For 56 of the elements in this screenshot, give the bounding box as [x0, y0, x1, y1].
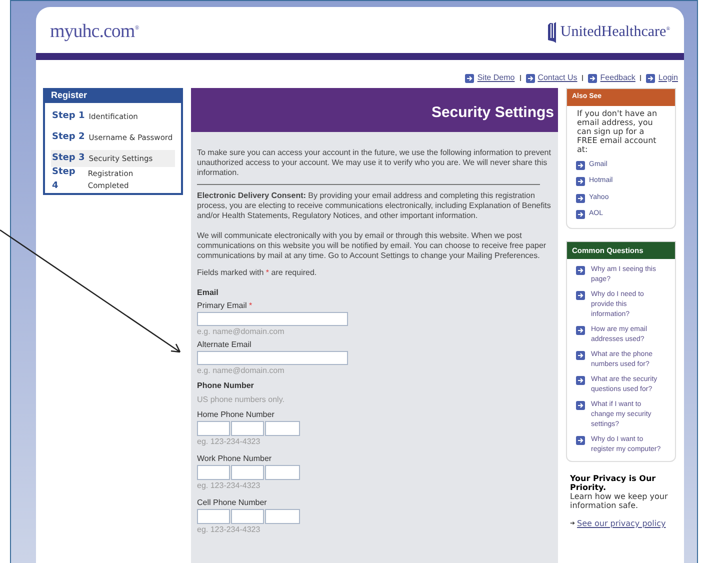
arrow-icon [576, 210, 585, 220]
top-link[interactable]: Login [646, 72, 678, 84]
brand-logo[interactable]: UnitedHealthcare$^{®}$ [560, 20, 670, 44]
arrow-icon [576, 266, 585, 275]
field-hint: e.g. name@domain.com [197, 326, 286, 337]
arrow-icon [646, 74, 656, 82]
arrow-icon [576, 177, 585, 186]
arrow-icon [526, 74, 535, 82]
input-field[interactable] [265, 509, 300, 524]
section-heading: Phone Number [197, 381, 255, 391]
field-hint: e.g. name@domain.com [197, 365, 286, 376]
arrow-icon [465, 74, 474, 82]
phone-note: US phone numbers only. [197, 395, 286, 405]
arrow-icon [576, 160, 585, 170]
input-field[interactable] [197, 351, 348, 365]
top-link[interactable]: Site Demo [465, 72, 515, 84]
arrow-icon [588, 74, 598, 82]
site-logo[interactable]: myuhc.com$^{®}$ [50, 18, 139, 46]
field-hint: eg. 123-234-4323 [197, 524, 262, 535]
input-field[interactable] [231, 509, 264, 524]
input-field[interactable] [197, 312, 348, 326]
top-link[interactable]: Contact Us [526, 72, 578, 84]
panel-title: Register [45, 90, 181, 103]
input-field[interactable] [197, 465, 230, 480]
intro-text: To make sure you can access your account in the future, we use the following information to prevent unauthorized access to your account. We may use it to verify who you are. We will never share this information. [197, 148, 552, 178]
section-heading: Email [197, 288, 220, 298]
arrow-icon [576, 326, 585, 335]
field-hint: eg. 123-234-4323 [197, 436, 262, 447]
field-label: Home Phone Number [197, 409, 276, 420]
field-label: Cell Phone Number [197, 497, 268, 508]
required-note: Fields marked with * are required. [197, 268, 318, 278]
page-title: Security Settings [431, 102, 554, 122]
input-field[interactable] [197, 421, 230, 436]
arrow-icon [576, 350, 585, 360]
arrow-icon [576, 400, 585, 410]
input-field[interactable] [231, 465, 264, 480]
arrow-icon [576, 194, 585, 203]
field-label: Work Phone Number [197, 453, 273, 464]
input-field[interactable] [197, 509, 230, 524]
field-label: Alternate Email [197, 339, 252, 350]
brand-logo-icon [547, 20, 558, 44]
privacy-text: Learn how we keep your information safe. [570, 492, 669, 510]
input-field[interactable] [265, 465, 300, 480]
top-link[interactable]: Feedback [588, 72, 636, 84]
privacy-title: Your Privacy is Our Priority. [570, 474, 657, 492]
arrow-icon [576, 376, 585, 385]
consent-text: Electronic Delivery Consent: By providing your email address and completing this registration process, you are electing to receive communications electronically, including Explanation of Benefits and/or Health Statements, Regulatory Notices, and other important information. [197, 191, 552, 221]
communication-text: We will communicate electronically with you by email or through this website. When we post communications on this website you will be notified by email. You can choose to receive free paper communications by mail at any time. Go to Account Settings to change your Mailing Preferences. [197, 231, 548, 261]
privacy-link[interactable]: See our privacy policy [577, 518, 666, 528]
also-see-text: If you don't have an email address, you can sign up for a FREE email account at: [576, 108, 658, 154]
arrow-icon [576, 290, 585, 300]
input-field[interactable] [265, 421, 300, 436]
field-label: Primary Email * [197, 300, 254, 311]
arrow-icon [576, 436, 585, 445]
input-field[interactable] [231, 421, 264, 436]
field-hint: eg. 123-234-4323 [197, 480, 262, 491]
